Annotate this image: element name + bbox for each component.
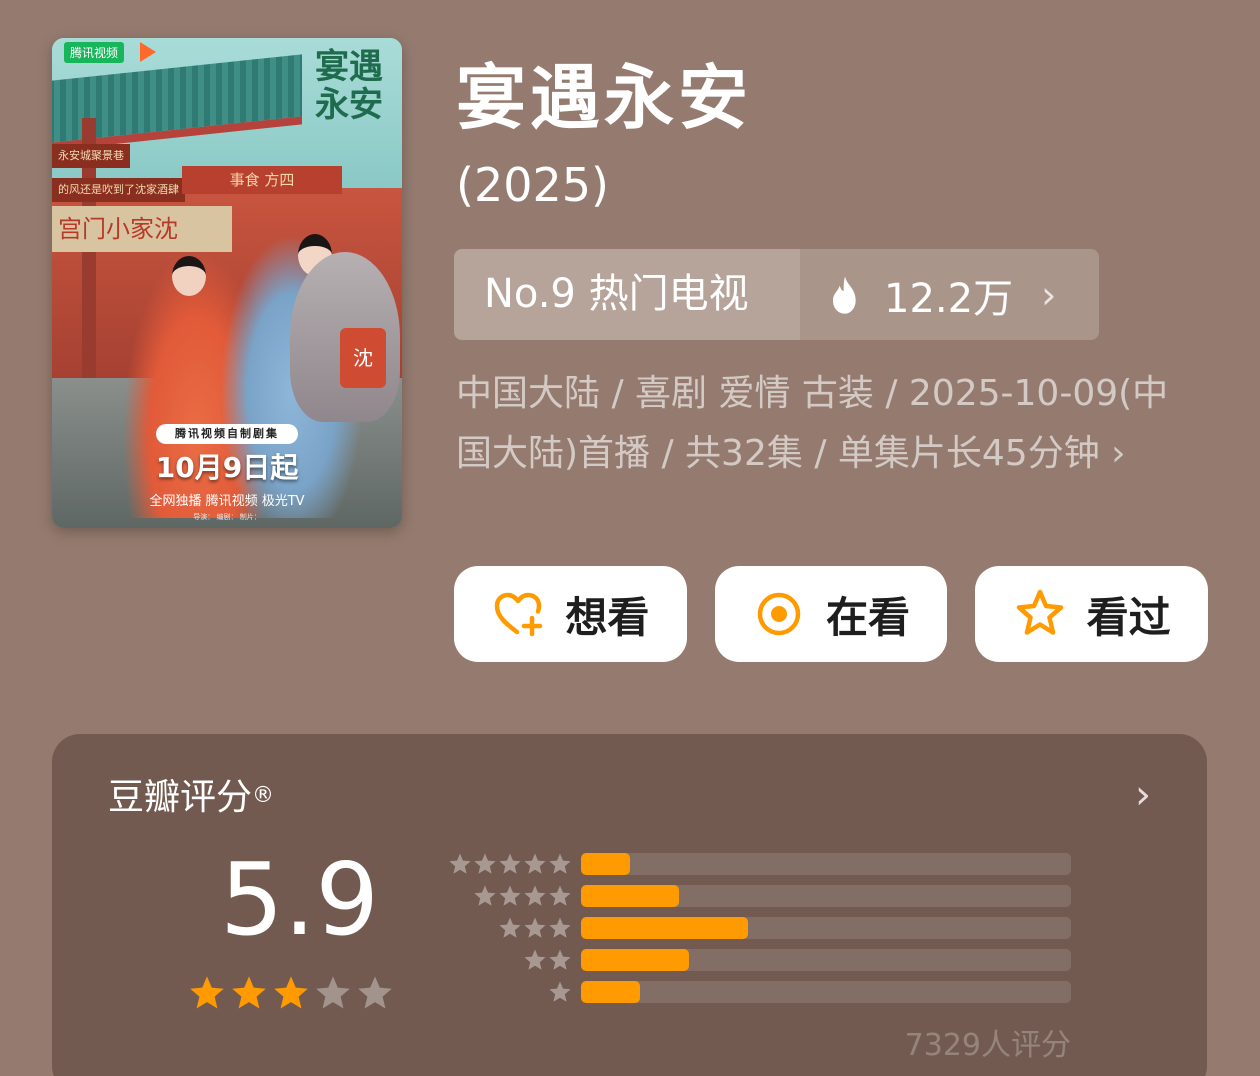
rank-label: No.9 热门电视 (454, 249, 800, 340)
watching-button[interactable]: 在看 (714, 566, 948, 662)
movie-detail-page: 腾讯视频 宴遇永安 永安城聚景巷 的风还是吹到了沈家酒肆 事食 方四 宫门小家沈… (0, 0, 1260, 1076)
target-circle-icon (757, 592, 801, 636)
want-to-watch-button[interactable]: 想看 (454, 566, 687, 662)
show-title: 宴遇永安 (456, 57, 752, 139)
watching-label: 在看 (826, 592, 911, 642)
bar-track (581, 853, 1071, 875)
star-small-icon (499, 917, 521, 938)
poster-image[interactable]: 腾讯视频 宴遇永安 永安城聚景巷 的风还是吹到了沈家酒肆 事食 方四 宫门小家沈… (52, 38, 402, 528)
show-meta-info[interactable]: 中国大陆 / 喜剧 爱情 古装 / 2025-10-09(中国大陆)首播 / 共… (456, 364, 1196, 484)
bar-track (581, 885, 1071, 907)
chevron-right-icon[interactable]: › (1135, 772, 1151, 818)
poster-shop-sign-2: 事食 方四 (182, 166, 342, 194)
rating-bar-row-4 (440, 884, 1080, 908)
star-filled-icon (190, 976, 224, 1009)
bar-track (581, 981, 1071, 1003)
poster-sign-1: 永安城聚景巷 (52, 144, 130, 168)
star-small-icon (524, 949, 546, 970)
poster-credits: 导演： 编剧： 制片： (193, 513, 261, 521)
douban-rating-card[interactable]: 豆瓣评分® › 5.9 7329人评分 (52, 734, 1207, 1076)
ranking-pill[interactable]: No.9 热门电视 12.2万 › (454, 249, 1099, 340)
rating-bar-row-5 (440, 852, 1080, 876)
star-small-icon (524, 917, 546, 938)
star-empty-icon (358, 976, 392, 1009)
bar-fill (581, 917, 748, 939)
want-to-watch-label: 想看 (565, 592, 650, 642)
star-small-icon (549, 949, 571, 970)
registered-mark: ® (252, 783, 275, 808)
rating-stars (188, 974, 394, 1012)
bar-track (581, 949, 1071, 971)
rating-bar-row-3 (440, 916, 1080, 940)
rating-score: 5.9 (220, 841, 380, 958)
rating-title: 豆瓣评分® (108, 774, 274, 822)
bar-fill (581, 949, 689, 971)
star-outline-icon (1016, 589, 1063, 635)
rating-title-text: 豆瓣评分 (108, 777, 253, 818)
star-small-icon (549, 853, 571, 874)
bar-stars (498, 916, 572, 940)
rating-bar-row-1 (440, 980, 1080, 1004)
watched-label: 看过 (1086, 592, 1171, 642)
poster-sign-2: 的风还是吹到了沈家酒肆 (52, 178, 185, 202)
poster-cat-bib: 沈 (340, 328, 386, 388)
bar-fill (581, 981, 640, 1003)
brand-arrow-icon (140, 42, 156, 62)
poster-platforms: 全网独播 腾讯视频 极光TV (149, 494, 305, 509)
poster-actress-head (172, 256, 206, 296)
bar-fill (581, 885, 679, 907)
poster-badge: 腾讯视频自制剧集 (156, 424, 298, 444)
star-filled-icon (232, 976, 266, 1009)
star-small-icon (524, 885, 546, 906)
star-small-icon (524, 853, 546, 874)
action-buttons: 想看 在看 看过 (454, 566, 1209, 662)
fire-icon (833, 275, 856, 314)
star-small-icon (474, 853, 496, 874)
chevron-right-icon: › (1041, 272, 1057, 317)
heat-section: 12.2万 › (800, 249, 1099, 340)
star-small-icon (549, 917, 571, 938)
poster-calligraphy-title: 宴遇永安 (315, 47, 383, 125)
star-small-icon (474, 885, 496, 906)
poster-date: 10月9日起 (155, 451, 299, 484)
star-small-icon (449, 853, 471, 874)
rating-count: 7329人评分 (904, 1028, 1071, 1063)
star-small-icon (549, 885, 571, 906)
star-small-icon (499, 885, 521, 906)
bar-stars (548, 980, 572, 1004)
show-year: (2025) (456, 158, 609, 212)
heart-plus-icon (495, 592, 543, 637)
bar-stars (473, 884, 572, 908)
rating-bar-row-2 (440, 948, 1080, 972)
star-filled-icon (274, 976, 308, 1009)
star-small-icon (499, 853, 521, 874)
bar-stars (448, 852, 572, 876)
bar-track (581, 917, 1071, 939)
heat-value: 12.2万 (884, 275, 1014, 322)
star-small-icon (549, 981, 571, 1002)
tencent-video-logo: 腾讯视频 (64, 42, 125, 63)
bar-stars (523, 948, 572, 972)
poster-shop-sign: 宫门小家沈 (52, 206, 232, 252)
watched-button[interactable]: 看过 (975, 566, 1209, 662)
bar-fill (581, 853, 630, 875)
star-empty-icon (316, 976, 350, 1009)
